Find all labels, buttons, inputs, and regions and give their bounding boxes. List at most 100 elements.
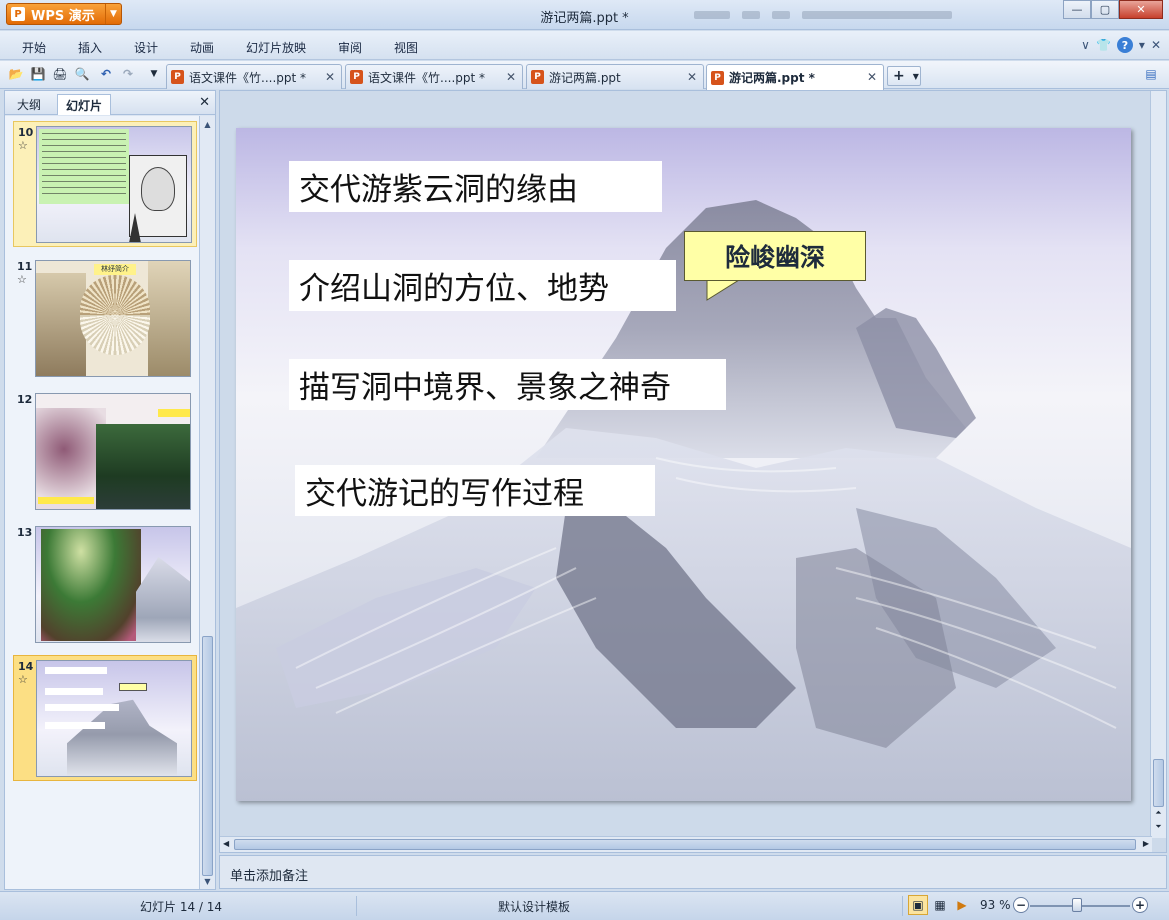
current-slide[interactable]: 交代游紫云洞的缘由 介绍山洞的方位、地势 描写洞中境界、景象之神奇 交代游记的写…	[236, 128, 1131, 801]
slide-editor: 交代游紫云洞的缘由 介绍山洞的方位、地势 描写洞中境界、景象之神奇 交代游记的写…	[219, 90, 1167, 853]
undo-icon[interactable]: ↶	[98, 66, 114, 82]
slide-number: 13	[17, 526, 33, 539]
thumbnail-image	[35, 393, 191, 510]
tab-outline[interactable]: 大纲	[9, 94, 49, 115]
task-pane-icon[interactable]: ▤	[1143, 66, 1159, 82]
scrollbar-thumb[interactable]	[234, 839, 1136, 850]
scroll-left-icon[interactable]: ◀	[223, 839, 229, 848]
maximize-button[interactable]: ▢	[1091, 0, 1119, 19]
doc-tab-2[interactable]: P 语文课件《竹....ppt * ✕	[345, 64, 523, 89]
prev-slide-icon[interactable]: ⏶	[1151, 808, 1166, 822]
help-menu-icon[interactable]: ▾	[1139, 38, 1145, 52]
save-icon[interactable]: 💾	[30, 66, 46, 82]
scrollbar-thumb[interactable]	[1153, 759, 1164, 807]
slide-thumbnail-11[interactable]: 11 ☆ 林纾简介	[13, 256, 197, 382]
close-icon[interactable]: ✕	[199, 95, 210, 110]
menu-slideshow[interactable]: 幻灯片放映	[246, 39, 306, 56]
print-preview-icon[interactable]: 🔍	[74, 66, 90, 82]
print-icon[interactable]: 🖨	[52, 66, 68, 82]
doc-tab-label: 语文课件《竹....ppt *	[189, 70, 307, 85]
close-tab-icon[interactable]: ✕	[867, 70, 877, 84]
next-slide-icon[interactable]: ⏷	[1151, 822, 1166, 836]
notes-area[interactable]: 单击添加备注	[219, 855, 1167, 889]
animation-star-icon: ☆	[18, 139, 28, 152]
thumbnail-image: 林纾简介	[35, 260, 191, 377]
callout-tail	[706, 280, 740, 301]
notes-placeholder: 单击添加备注	[230, 869, 309, 884]
scroll-right-icon[interactable]: ▶	[1143, 839, 1149, 848]
zoom-in-icon[interactable]: +	[1132, 897, 1148, 913]
ppt-file-icon: P	[350, 70, 363, 84]
close-button[interactable]: ✕	[1119, 0, 1163, 19]
menu-insert[interactable]: 插入	[78, 39, 102, 56]
doc-tab-label: 游记两篇.ppt *	[729, 71, 815, 85]
tab-slides[interactable]: 幻灯片	[57, 94, 112, 115]
slide-number: 10	[18, 126, 34, 139]
redo-icon[interactable]: ↷	[120, 66, 136, 82]
slide-number: 11	[17, 260, 33, 273]
slide-number: 12	[17, 393, 33, 406]
close-tab-icon[interactable]: ✕	[506, 70, 516, 84]
editor-vertical-scrollbar[interactable]: ⏶ ⏷	[1150, 91, 1166, 838]
minimize-button[interactable]: —	[1063, 0, 1091, 19]
pane-tabs: 大纲 幻灯片 ✕	[5, 91, 215, 115]
slide-line-2[interactable]: 介绍山洞的方位、地势	[289, 260, 676, 311]
close-tab-icon[interactable]: ✕	[325, 70, 335, 84]
thumbnails-scrollbar[interactable]: ▲ ▼	[199, 116, 215, 889]
slides-pane: 大纲 幻灯片 ✕ 10 ☆ 11 ☆ 林纾简介 12 13 14 ☆ ▲ ▼	[4, 90, 216, 890]
menu-home[interactable]: 开始	[22, 39, 46, 56]
status-divider	[902, 896, 903, 916]
slide-sorter-icon[interactable]: ▦	[930, 895, 950, 915]
status-bar: 幻灯片 14 / 14 默认设计模板 ▣ ▦ ▶ 93 % − +	[0, 891, 1169, 920]
open-folder-icon[interactable]: 📂	[8, 66, 24, 82]
new-tab-button[interactable]: + ▼	[887, 66, 921, 86]
customize-toolbar-icon[interactable]: ▼	[146, 66, 162, 82]
scroll-down-icon[interactable]: ▼	[200, 873, 215, 889]
collapse-ribbon-icon[interactable]: ∨	[1081, 38, 1090, 52]
close-ribbon-icon[interactable]: ✕	[1151, 38, 1161, 52]
ppt-file-icon: P	[711, 70, 724, 85]
help-icon[interactable]: ?	[1116, 37, 1133, 53]
slide-thumbnail-14[interactable]: 14 ☆	[13, 655, 197, 781]
menu-review[interactable]: 审阅	[338, 39, 362, 56]
normal-view-icon[interactable]: ▣	[908, 895, 928, 915]
editor-horizontal-scrollbar[interactable]: ◀ ▶	[220, 836, 1152, 852]
scroll-up-icon[interactable]: ▲	[200, 116, 215, 132]
menu-view[interactable]: 视图	[394, 39, 418, 56]
menu-design[interactable]: 设计	[134, 39, 158, 56]
callout-box[interactable]: 险峻幽深	[684, 231, 866, 281]
slide-line-1[interactable]: 交代游紫云洞的缘由	[289, 161, 662, 212]
status-divider	[356, 896, 357, 916]
menu-animation[interactable]: 动画	[190, 39, 214, 56]
slide-thumbnail-10[interactable]: 10 ☆	[13, 121, 197, 247]
zoom-level: 93 %	[980, 898, 1011, 912]
thumbnail-caption: 林纾简介	[94, 264, 136, 275]
animation-star-icon: ☆	[18, 673, 28, 686]
quick-toolbar: 📂 💾 🖨 🔍 ↶ ↷ ▼ P 语文课件《竹....ppt * ✕ P 语文课件…	[0, 61, 1169, 90]
thumbnail-image	[36, 660, 192, 777]
scrollbar-thumb[interactable]	[202, 636, 213, 876]
thumbnail-image	[36, 126, 192, 243]
doc-tab-3[interactable]: P 游记两篇.ppt ✕	[526, 64, 704, 89]
slide-line-3[interactable]: 描写洞中境界、景象之神奇	[289, 359, 726, 410]
ppt-file-icon: P	[171, 70, 184, 84]
thumbnail-image	[35, 526, 191, 643]
slide-number: 14	[18, 660, 34, 673]
doc-tab-label: 游记两篇.ppt	[549, 70, 621, 85]
zoom-out-icon[interactable]: −	[1013, 897, 1029, 913]
menu-right-tools: ∨ 👕 ? ▾ ✕	[1081, 37, 1161, 53]
doc-tab-1[interactable]: P 语文课件《竹....ppt * ✕	[166, 64, 342, 89]
skin-icon[interactable]: 👕	[1096, 38, 1111, 52]
thumbnail-list: 10 ☆ 11 ☆ 林纾简介 12 13 14 ☆	[5, 116, 199, 889]
window-controls: — ▢ ✕	[1063, 0, 1163, 19]
close-tab-icon[interactable]: ✕	[687, 70, 697, 84]
slideshow-icon[interactable]: ▶	[952, 895, 972, 915]
title-bar: P WPS 演示 ▼ 游记两篇.ppt * — ▢ ✕	[0, 0, 1169, 30]
slide-line-4[interactable]: 交代游记的写作过程	[295, 465, 655, 516]
doc-tab-label: 语文课件《竹....ppt *	[368, 70, 486, 85]
slide-thumbnail-12[interactable]: 12	[13, 389, 197, 515]
zoom-slider-handle[interactable]	[1072, 898, 1082, 912]
doc-tab-4[interactable]: P 游记两篇.ppt * ✕	[706, 64, 884, 90]
slide-counter: 幻灯片 14 / 14	[140, 900, 223, 914]
slide-thumbnail-13[interactable]: 13	[13, 522, 197, 648]
